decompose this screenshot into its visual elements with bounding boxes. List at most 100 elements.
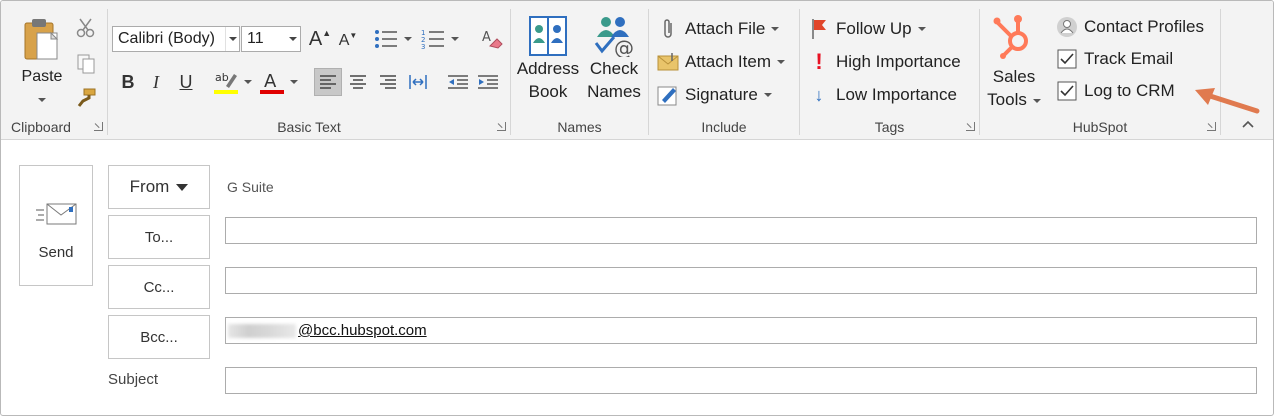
- clear-formatting-button[interactable]: A: [478, 25, 506, 53]
- font-size-value: 11: [247, 30, 264, 47]
- from-button[interactable]: From: [108, 165, 210, 209]
- signature-label: Signature: [685, 85, 758, 104]
- chevron-down-icon: [38, 97, 46, 102]
- svg-text:A: A: [482, 30, 491, 45]
- address-book-label: Address Book: [516, 59, 580, 101]
- font-size-combo[interactable]: 11: [241, 26, 301, 52]
- sales-tools-button[interactable]: Sales Tools: [984, 11, 1044, 111]
- chevron-down-icon[interactable]: [286, 27, 300, 51]
- grow-font-button[interactable]: A ▲: [306, 25, 334, 53]
- low-importance-button[interactable]: ↓ Low Importance: [808, 81, 957, 109]
- send-envelope-icon: [36, 203, 77, 225]
- tags-group: Follow Up ! High Importance ↓ Low Import…: [800, 7, 979, 137]
- chevron-down-icon[interactable]: [225, 27, 239, 51]
- track-email-checkbox[interactable]: Track Email: [1056, 45, 1173, 73]
- clipboard-dialog-launcher-icon[interactable]: [94, 122, 103, 131]
- chevron-down-icon: [776, 60, 785, 64]
- format-painter-icon[interactable]: [75, 87, 97, 109]
- font-name-value: Calibri (Body): [118, 30, 215, 47]
- align-right-button[interactable]: [374, 68, 402, 96]
- bcc-field[interactable]: @bcc.hubspot.com: [225, 317, 1257, 344]
- log-to-crm-label: Log to CRM: [1084, 81, 1175, 100]
- shrink-font-button[interactable]: A ▼: [334, 27, 362, 55]
- cc-button[interactable]: Cc...: [108, 265, 210, 309]
- align-center-icon: [350, 75, 366, 89]
- tags-group-label: Tags: [874, 119, 905, 135]
- paperclip-icon: [657, 18, 679, 40]
- check-names-button[interactable]: @ Check Names: [583, 13, 645, 103]
- copy-icon[interactable]: [75, 53, 97, 75]
- highlight-button[interactable]: ab: [212, 68, 254, 96]
- font-name-combo[interactable]: Calibri (Body): [112, 26, 240, 52]
- paste-icon[interactable]: [23, 17, 59, 65]
- bold-button[interactable]: B: [114, 68, 142, 96]
- shrink-font-icon: A: [338, 32, 350, 49]
- signature-button[interactable]: Signature: [657, 81, 772, 109]
- collapse-ribbon-icon[interactable]: [1241, 119, 1255, 129]
- chevron-down-icon: [763, 93, 772, 97]
- names-group-label: Names: [557, 119, 602, 135]
- attach-file-label: Attach File: [685, 19, 766, 38]
- svg-text:ab: ab: [215, 71, 229, 84]
- address-book-button[interactable]: Address Book: [515, 13, 581, 103]
- subject-label: Subject: [108, 371, 159, 388]
- attach-file-button[interactable]: Attach File: [657, 15, 780, 43]
- bullets-icon: [375, 30, 397, 48]
- send-button[interactable]: Send: [19, 165, 93, 286]
- attach-item-button[interactable]: Attach Item: [657, 48, 785, 76]
- justify-button[interactable]: [404, 68, 432, 96]
- cut-icon[interactable]: [75, 17, 97, 39]
- bullets-button[interactable]: [372, 25, 414, 53]
- increase-indent-button[interactable]: [474, 68, 502, 96]
- sales-tools-label: Sales Tools: [984, 65, 1044, 111]
- person-icon: [1056, 16, 1078, 38]
- svg-text:@: @: [614, 36, 634, 57]
- redacted-text: [228, 324, 296, 339]
- include-group-label: Include: [701, 119, 747, 135]
- bcc-button[interactable]: Bcc...: [108, 315, 210, 359]
- tags-dialog-launcher-icon[interactable]: [966, 122, 975, 131]
- to-label: To...: [144, 228, 174, 246]
- attach-item-label: Attach Item: [685, 52, 771, 71]
- high-importance-label: High Importance: [836, 52, 961, 71]
- align-left-button[interactable]: [314, 68, 342, 96]
- chevron-down-icon: [1032, 98, 1041, 103]
- italic-button[interactable]: I: [142, 68, 170, 96]
- paste-button[interactable]: Paste: [11, 65, 73, 102]
- basic-text-group: Calibri (Body) 11 A ▲ A ▼ 123 A B I U ab…: [108, 7, 510, 137]
- to-button[interactable]: To...: [108, 215, 210, 259]
- signature-icon: [657, 84, 679, 106]
- clipboard-group: Paste Clipboard: [1, 7, 107, 137]
- names-group: Address Book @ Check Names Names: [511, 7, 648, 137]
- hubspot-dialog-launcher-icon[interactable]: [1207, 122, 1216, 131]
- contact-profiles-button[interactable]: Contact Profiles: [1056, 13, 1204, 41]
- track-email-label: Track Email: [1084, 49, 1174, 68]
- from-account-value: G Suite: [227, 179, 274, 195]
- log-to-crm-checkbox[interactable]: Log to CRM: [1056, 77, 1175, 105]
- basic-text-group-label: Basic Text: [277, 119, 341, 135]
- envelope-attach-icon: [657, 51, 679, 73]
- to-field[interactable]: [225, 217, 1257, 244]
- decrease-indent-button[interactable]: [444, 68, 472, 96]
- bold-icon: B: [121, 71, 135, 92]
- bcc-label: Bcc...: [140, 328, 178, 346]
- font-color-button[interactable]: A: [258, 68, 300, 96]
- exclamation-icon: !: [815, 49, 823, 74]
- address-book-icon: [524, 13, 572, 57]
- cc-field[interactable]: [225, 267, 1257, 294]
- down-arrow-icon: ↓: [814, 84, 824, 105]
- underline-button[interactable]: U: [172, 68, 200, 96]
- follow-up-button[interactable]: Follow Up: [808, 15, 926, 43]
- align-center-button[interactable]: [344, 68, 372, 96]
- basic-text-dialog-launcher-icon[interactable]: [497, 122, 506, 131]
- numbering-button[interactable]: 123: [418, 25, 462, 53]
- hubspot-group-label: HubSpot: [1072, 119, 1128, 135]
- underline-icon: U: [179, 71, 193, 92]
- annotation-arrow-icon: [1195, 88, 1260, 114]
- hubspot-sprocket-icon: [992, 11, 1036, 59]
- high-importance-button[interactable]: ! High Importance: [808, 48, 961, 76]
- chevron-down-icon: [917, 27, 926, 31]
- cc-label: Cc...: [143, 278, 175, 296]
- italic-icon: I: [153, 71, 159, 92]
- subject-field[interactable]: [225, 367, 1257, 394]
